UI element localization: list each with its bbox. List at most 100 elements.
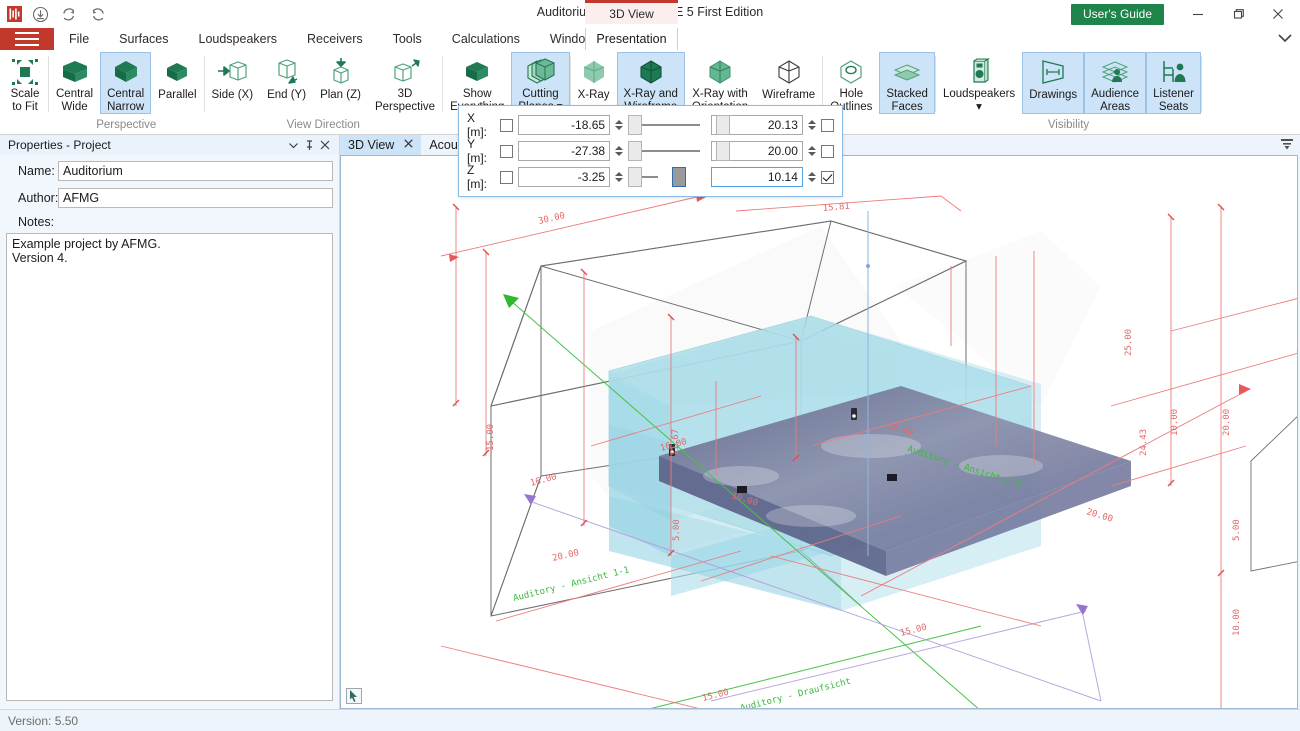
save-button[interactable] xyxy=(27,2,53,26)
end-y-button[interactable]: End (Y) xyxy=(260,52,313,114)
slider-knob-max[interactable] xyxy=(672,167,687,187)
listener-seats-button[interactable]: Listener Seats xyxy=(1146,52,1202,114)
loudspeakers-button[interactable]: Loudspeakers ▾ xyxy=(936,52,1022,114)
show-everything-icon xyxy=(461,55,493,88)
rbtn-label: Plan (Z) xyxy=(320,89,361,101)
3d-model-render: 30.00 15.81 15.00 11.67 5.00 20.00 10.00… xyxy=(440,194,1297,708)
listener-seats-icon xyxy=(1158,55,1190,88)
axis-label-z: Z [m]: xyxy=(467,163,487,191)
side-x-button[interactable]: Side (X) xyxy=(205,52,261,114)
3d-scene: 30.00 15.81 15.00 11.67 5.00 20.00 10.00… xyxy=(341,156,1297,708)
drawings-button[interactable]: Drawings xyxy=(1022,52,1085,114)
ribbon-group-label: View Direction xyxy=(286,119,360,131)
end-y-icon xyxy=(271,55,303,89)
slider-knob-min[interactable] xyxy=(628,167,643,187)
z-min-input[interactable] xyxy=(518,167,611,187)
central-wide-button[interactable]: Central Wide xyxy=(49,52,100,114)
y-min-enable-checkbox[interactable] xyxy=(500,144,514,158)
y-max-enable-checkbox[interactable] xyxy=(821,144,835,158)
dim-10-00: 10.00 xyxy=(1170,409,1180,436)
dim-25-00: 25.00 xyxy=(1124,329,1134,356)
ribbon-group-perspective: Central Wide Central Narrow Parallel Per… xyxy=(49,50,204,134)
z-range-slider[interactable] xyxy=(628,167,706,187)
slider-track xyxy=(634,150,700,152)
3d-viewport[interactable]: 30.00 15.81 15.00 11.67 5.00 20.00 10.00… xyxy=(340,155,1298,709)
undo-button[interactable] xyxy=(56,2,82,26)
z-max-enable-checkbox[interactable] xyxy=(821,170,835,184)
rbtn-label: Wireframe xyxy=(762,89,816,101)
minimize-button[interactable] xyxy=(1178,0,1218,28)
name-label: Name: xyxy=(18,164,55,178)
x-min-spinner[interactable] xyxy=(615,115,624,135)
redo-button[interactable] xyxy=(85,2,111,26)
menu-item-calculations[interactable]: Calculations xyxy=(437,28,535,50)
rbtn-label: Audience Areas xyxy=(1091,88,1140,113)
menu-item-presentation[interactable]: Presentation xyxy=(585,28,678,50)
z-max-input[interactable] xyxy=(710,167,803,187)
z-min-spinner[interactable] xyxy=(615,167,624,187)
menu-item-file[interactable]: File xyxy=(54,28,104,50)
xray-icon xyxy=(578,55,610,89)
author-label: Author: xyxy=(18,191,59,205)
plan-z-button[interactable]: Plan (Z) xyxy=(313,52,368,114)
x-min-enable-checkbox[interactable] xyxy=(500,118,514,132)
filter-dropdown-icon[interactable] xyxy=(1280,138,1294,153)
properties-dock: Properties - Project Name: Autho xyxy=(0,135,340,709)
main-menu-button[interactable] xyxy=(0,28,54,50)
menu-item-tools[interactable]: Tools xyxy=(378,28,437,50)
document-area: 3D View Acoustic P xyxy=(340,135,1300,709)
rbtn-label: Scale to Fit xyxy=(10,88,40,113)
dock-options-icon[interactable] xyxy=(285,137,301,153)
menu-item-loudspeakers[interactable]: Loudspeakers xyxy=(184,28,293,50)
menu-item-surfaces[interactable]: Surfaces xyxy=(104,28,183,50)
ribbon-collapse-button[interactable] xyxy=(1278,32,1292,46)
tab-label: 3D View xyxy=(348,138,395,152)
slider-knob-max[interactable] xyxy=(716,141,731,161)
audience-areas-button[interactable]: Audience Areas xyxy=(1084,52,1147,114)
axis-label-y: Y [m]: xyxy=(467,137,487,165)
window-controls: User's Guide xyxy=(1071,0,1300,28)
cutting-planes-panel: X [m]: Y [m]: xyxy=(458,105,843,197)
pin-icon[interactable] xyxy=(301,137,317,153)
pointer-cursor-icon[interactable] xyxy=(346,688,362,704)
y-range-slider[interactable] xyxy=(628,141,731,161)
menu-item-receivers[interactable]: Receivers xyxy=(292,28,378,50)
slider-knob-min[interactable] xyxy=(628,141,643,161)
stacked-faces-button[interactable]: Stacked Faces xyxy=(879,52,935,114)
author-input[interactable] xyxy=(58,188,333,208)
3d-perspective-button[interactable]: 3D Perspective xyxy=(368,52,442,114)
parallel-button[interactable]: Parallel xyxy=(151,52,203,114)
y-min-spinner[interactable] xyxy=(615,141,624,161)
drawing-label-ansicht-1-1: Auditory - Ansicht 1-1 xyxy=(512,565,630,604)
slider-knob-max[interactable] xyxy=(716,115,731,135)
z-min-enable-checkbox[interactable] xyxy=(500,170,514,184)
close-button[interactable] xyxy=(1258,0,1298,28)
central-narrow-button[interactable]: Central Narrow xyxy=(100,52,152,114)
x-min-input[interactable] xyxy=(518,115,611,135)
version-label: Version: 5.50 xyxy=(8,713,79,728)
notes-textarea[interactable]: Example project by AFMG. Version 4. xyxy=(6,233,333,701)
properties-dock-body: Name: Author: Notes: Example project by … xyxy=(0,155,339,709)
x-max-enable-checkbox[interactable] xyxy=(821,118,835,132)
title-bar: Auditorium, Sl.eprj - EASE 5 First Editi… xyxy=(0,0,1300,28)
dim-15-00c: 15.00 xyxy=(701,688,730,704)
z-max-spinner[interactable] xyxy=(807,167,816,187)
slider-knob-min[interactable] xyxy=(628,115,643,135)
y-min-input[interactable] xyxy=(518,141,611,161)
dim-20-00b: 20.00 xyxy=(1222,409,1232,436)
rbtn-label: Central Wide xyxy=(56,88,94,113)
y-max-spinner[interactable] xyxy=(807,141,816,161)
x-max-spinner[interactable] xyxy=(807,115,816,135)
scale-to-fit-button[interactable]: Scale to Fit xyxy=(2,52,48,114)
author-row: Author: xyxy=(6,188,333,208)
tab-close-icon[interactable] xyxy=(404,139,413,151)
rbtn-label: Loudspeakers ▾ xyxy=(942,88,1016,113)
x-range-slider[interactable] xyxy=(628,115,731,135)
maximize-button[interactable] xyxy=(1218,0,1258,28)
tab-3d-view[interactable]: 3D View xyxy=(340,135,422,155)
slider-track xyxy=(634,124,700,126)
close-icon[interactable] xyxy=(317,137,333,153)
main-area: Properties - Project Name: Autho xyxy=(0,135,1300,709)
users-guide-button[interactable]: User's Guide xyxy=(1071,3,1164,25)
name-input[interactable] xyxy=(58,161,333,181)
